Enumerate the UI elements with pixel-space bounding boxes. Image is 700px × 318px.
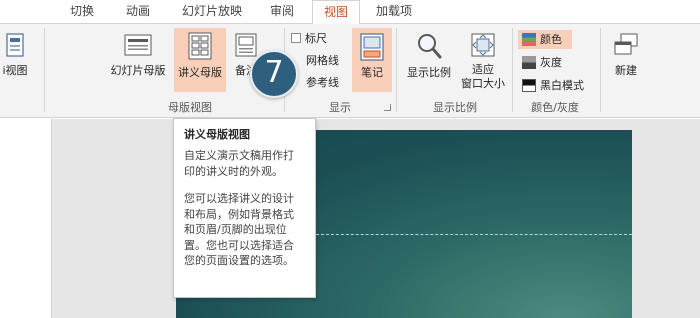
color-option[interactable]: 颜色 [518,30,572,49]
slide-master-button[interactable]: 幻灯片母版 [104,32,172,90]
handout-master-icon [188,32,212,60]
guides-checkbox[interactable]: 参考线 [306,76,339,90]
tab-view[interactable]: 视图 [312,0,360,24]
gridlines-checkbox[interactable]: 网格线 [306,54,339,68]
magnifier-icon [418,34,442,59]
handout-master-tooltip: 讲义母版视图 自定义演示文稿用作打 印的讲义时的外观。 您可以选择讲义的设计 和… [173,118,316,298]
tab-review[interactable]: 审阅 [262,0,302,24]
separator [512,28,513,112]
ribbon: i视图 幻灯片母版 讲义母版 备注 母版视图 标尺 网格线 参考线 笔记 显示 … [0,23,700,118]
new-window-icon [614,33,638,55]
dialog-launcher-icon[interactable] [384,104,391,111]
tab-addins[interactable]: 加载项 [368,0,420,24]
view-icon [6,33,24,57]
handout-master-button[interactable]: 讲义母版 [174,28,226,92]
ruler-checkbox[interactable]: 标尺 [291,32,327,46]
notes-icon [360,33,384,61]
slide-thumbnail-pane[interactable] [0,119,52,318]
grayscale-option[interactable]: 灰度 [518,53,596,72]
black-white-option[interactable]: 黑白模式 [518,76,596,95]
tooltip-title: 讲义母版视图 [184,128,250,141]
color-swatch-icon [522,33,536,46]
group-label-show: 显示 [329,101,351,114]
separator [396,28,397,112]
fit-to-window-button[interactable]: 适应 窗口大小 [458,32,508,94]
fit-window-icon [471,33,495,57]
group-label-color-grayscale: 颜色/灰度 [531,101,579,114]
ribbon-tab-bar: 切换 动画 幻灯片放映 审阅 视图 加载项 [0,0,700,24]
new-window-button[interactable]: 新建 [606,32,646,90]
tooltip-details: 您可以选择讲义的设计 和布局，例如背景格式 和页眉/页脚的出现位 置。您也可以选… [184,192,294,267]
slide-master-icon [124,34,152,56]
separator [44,28,45,112]
tooltip-description: 自定义演示文稿用作打 印的讲义时的外观。 [184,149,294,178]
tab-transitions[interactable]: 切换 [62,0,102,24]
grayscale-swatch-icon [522,56,536,69]
tab-slideshow[interactable]: 幻灯片放映 [174,0,250,24]
notes-master-icon [235,33,257,57]
separator [600,28,601,112]
checkbox-box[interactable] [291,33,301,43]
zoom-button[interactable]: 显示比例 [402,32,456,90]
workspace [0,119,700,318]
guide-line[interactable] [316,234,632,235]
group-label-zoom: 显示比例 [433,101,477,114]
partial-view-button[interactable]: i视图 [0,32,30,78]
black-white-swatch-icon [522,79,536,92]
step-number-badge: 7 [250,50,298,98]
notes-button[interactable]: 笔记 [352,28,392,92]
tab-animations[interactable]: 动画 [118,0,158,24]
group-label-master-views: 母版视图 [168,101,212,114]
